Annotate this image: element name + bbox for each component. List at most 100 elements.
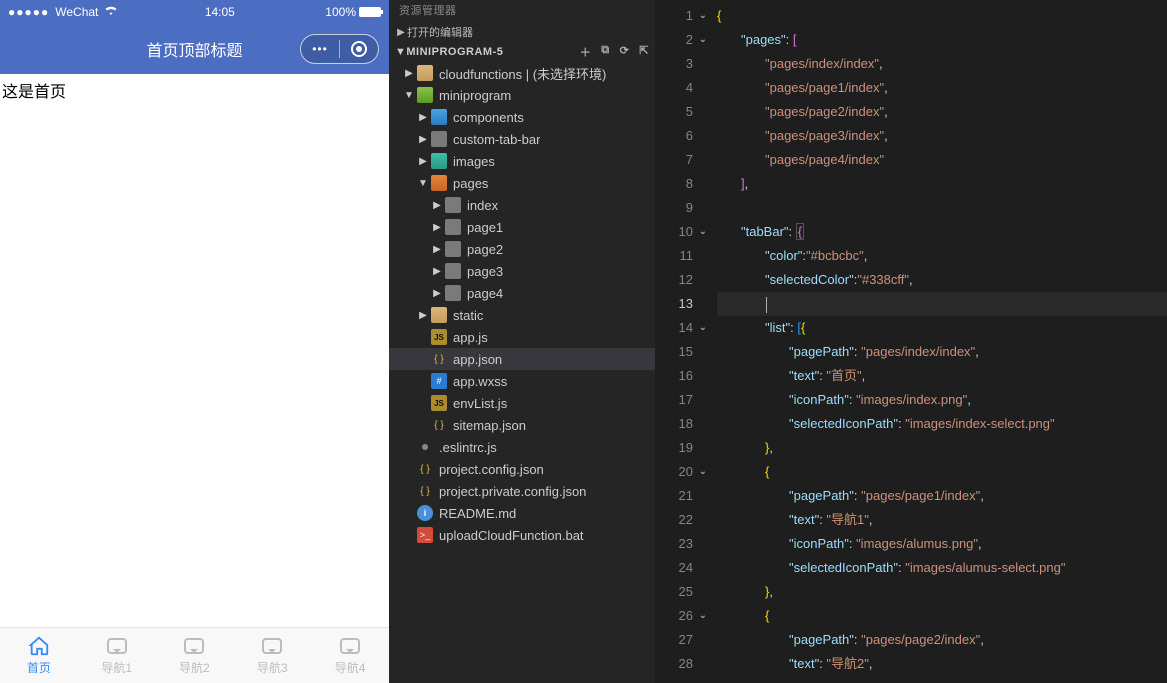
file-readme[interactable]: ▶README.md	[389, 502, 655, 524]
folder-pages[interactable]: ▼pages	[389, 172, 655, 194]
line-number: 24	[655, 556, 707, 580]
project-root-header[interactable]: ▼ MINIPROGRAM-5 ＋ ⧉ ⟳ ⇱	[389, 42, 655, 62]
tab-nav3[interactable]: 导航3	[233, 628, 311, 683]
tab-home[interactable]: 首页	[0, 628, 78, 683]
file-app-json[interactable]: ▶app.json	[389, 348, 655, 370]
code-editor[interactable]: 1⌄2⌄345678910⌄11121314⌄151617181920⌄2122…	[655, 0, 1167, 683]
chevron-down-icon: ▼	[403, 90, 415, 101]
folder-cloudfunctions[interactable]: ▶cloudfunctions | (未选择环境)	[389, 62, 655, 84]
chevron-right-icon: ▶	[417, 112, 429, 123]
section-label: 打开的编辑器	[407, 24, 473, 40]
code-line[interactable]: {	[717, 604, 1167, 628]
code-line[interactable]	[717, 292, 1167, 316]
explorer-title: 资源管理器	[389, 0, 655, 22]
code-line[interactable]: "color":"#bcbcbc",	[717, 244, 1167, 268]
chevron-right-icon: ▶	[395, 27, 407, 38]
folder-page2[interactable]: ▶page2	[389, 238, 655, 260]
collapse-all-icon[interactable]: ⇱	[639, 44, 649, 60]
file-project-config[interactable]: ▶project.config.json	[389, 458, 655, 480]
new-folder-icon[interactable]: ⧉	[601, 44, 609, 60]
line-number: 28	[655, 652, 707, 676]
folder-static[interactable]: ▶static	[389, 304, 655, 326]
file-upload-bat[interactable]: ▶uploadCloudFunction.bat	[389, 524, 655, 546]
target-icon[interactable]	[340, 35, 378, 63]
folder-images[interactable]: ▶images	[389, 150, 655, 172]
folder-miniprogram[interactable]: ▼miniprogram	[389, 84, 655, 106]
file-envlist[interactable]: ▶envList.js	[389, 392, 655, 414]
folder-icon	[445, 263, 461, 279]
code-line[interactable]: "list": [{	[717, 316, 1167, 340]
file-app-js[interactable]: ▶app.js	[389, 326, 655, 348]
tab-nav2[interactable]: 导航2	[156, 628, 234, 683]
code-line[interactable]: ],	[717, 172, 1167, 196]
page-body: 这是首页	[0, 74, 389, 627]
line-number: 19	[655, 436, 707, 460]
line-number: 25	[655, 580, 707, 604]
fold-icon[interactable]: ⌄	[695, 460, 707, 484]
code-line[interactable]: "pagePath": "pages/page2/index",	[717, 628, 1167, 652]
folder-page4[interactable]: ▶page4	[389, 282, 655, 304]
tab-label: 导航3	[257, 659, 288, 676]
code-line[interactable]: "tabBar": {	[717, 220, 1167, 244]
body-text: 这是首页	[0, 74, 389, 106]
json-icon	[417, 483, 433, 499]
code-line[interactable]: "selectedColor":"#338cff",	[717, 268, 1167, 292]
code-line[interactable]	[717, 196, 1167, 220]
chat-icon	[261, 635, 283, 657]
code-line[interactable]: },	[717, 436, 1167, 460]
file-tree: ▶cloudfunctions | (未选择环境) ▼miniprogram ▶…	[389, 62, 655, 554]
code-line[interactable]: "pages": [	[717, 28, 1167, 52]
fold-icon[interactable]: ⌄	[695, 28, 707, 52]
refresh-icon[interactable]: ⟳	[620, 44, 630, 60]
tab-nav1[interactable]: 导航1	[78, 628, 156, 683]
code-line[interactable]: "selectedIconPath": "images/alumus-selec…	[717, 556, 1167, 580]
chevron-right-icon: ▶	[431, 244, 443, 255]
fold-icon[interactable]: ⌄	[695, 316, 707, 340]
file-project-private-config[interactable]: ▶project.private.config.json	[389, 480, 655, 502]
code-line[interactable]: "text": "导航1",	[717, 508, 1167, 532]
code-line[interactable]: "iconPath": "images/index.png",	[717, 388, 1167, 412]
tab-label: 导航1	[101, 659, 132, 676]
file-app-wxss[interactable]: ▶app.wxss	[389, 370, 655, 392]
fold-icon[interactable]: ⌄	[695, 220, 707, 244]
code-line[interactable]: "pages/page1/index",	[717, 76, 1167, 100]
bat-icon	[417, 527, 433, 543]
code-line[interactable]: "pages/index/index",	[717, 52, 1167, 76]
code-line[interactable]: "selectedIconPath": "images/index-select…	[717, 412, 1167, 436]
folder-page3[interactable]: ▶page3	[389, 260, 655, 282]
chat-icon	[183, 635, 205, 657]
chevron-right-icon: ▶	[431, 288, 443, 299]
json-icon	[431, 417, 447, 433]
code-line[interactable]: "text": "首页",	[717, 364, 1167, 388]
code-line[interactable]: {	[717, 4, 1167, 28]
battery-pct: 100%	[325, 5, 356, 19]
code-line[interactable]: {	[717, 460, 1167, 484]
line-number: 16	[655, 364, 707, 388]
more-icon[interactable]	[301, 35, 339, 63]
file-eslintrc[interactable]: ▶.eslintrc.js	[389, 436, 655, 458]
open-editors-section[interactable]: ▶ 打开的编辑器	[389, 22, 655, 42]
code-line[interactable]: "text": "导航2",	[717, 652, 1167, 676]
code-line[interactable]: "pages/page2/index",	[717, 100, 1167, 124]
folder-custom-tab-bar[interactable]: ▶custom-tab-bar	[389, 128, 655, 150]
code-area[interactable]: {"pages": ["pages/index/index","pages/pa…	[711, 0, 1167, 683]
chevron-right-icon: ▶	[417, 156, 429, 167]
code-line[interactable]: "iconPath": "images/alumus.png",	[717, 532, 1167, 556]
fold-icon[interactable]: ⌄	[695, 4, 707, 28]
line-number: 12	[655, 268, 707, 292]
chevron-right-icon: ▶	[403, 68, 415, 79]
new-file-icon[interactable]: ＋	[580, 44, 592, 60]
line-number: 21	[655, 484, 707, 508]
file-sitemap[interactable]: ▶sitemap.json	[389, 414, 655, 436]
fold-icon[interactable]: ⌄	[695, 604, 707, 628]
tab-nav4[interactable]: 导航4	[311, 628, 389, 683]
folder-index[interactable]: ▶index	[389, 194, 655, 216]
code-line[interactable]: "pagePath": "pages/index/index",	[717, 340, 1167, 364]
folder-page1[interactable]: ▶page1	[389, 216, 655, 238]
code-line[interactable]: },	[717, 580, 1167, 604]
code-line[interactable]: "pages/page4/index"	[717, 148, 1167, 172]
home-icon	[28, 635, 50, 657]
code-line[interactable]: "pages/page3/index",	[717, 124, 1167, 148]
folder-components[interactable]: ▶components	[389, 106, 655, 128]
code-line[interactable]: "pagePath": "pages/page1/index",	[717, 484, 1167, 508]
